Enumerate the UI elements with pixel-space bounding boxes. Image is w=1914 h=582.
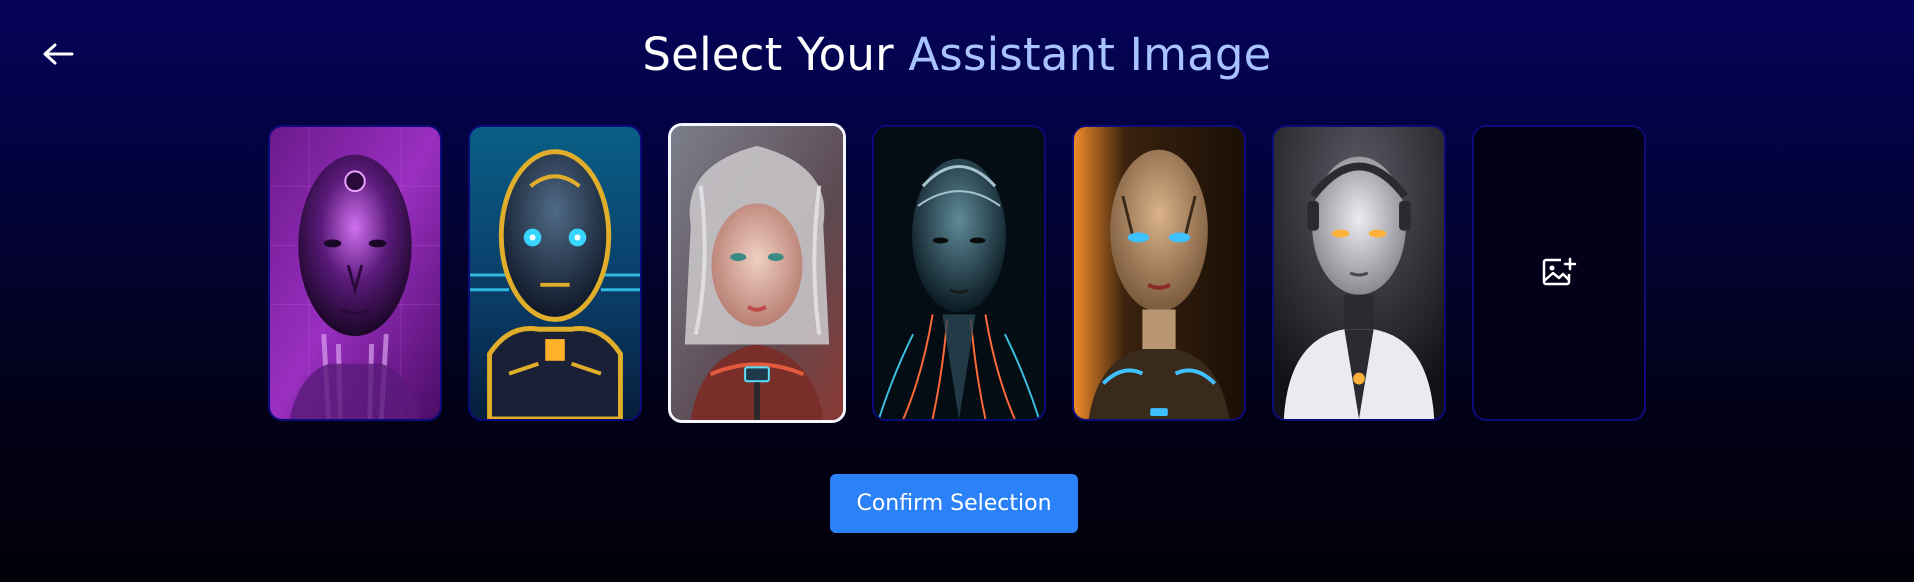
image-plus-icon bbox=[1542, 257, 1577, 286]
image-option-bronze-android[interactable] bbox=[1072, 125, 1246, 421]
image-option-wired-cyborg[interactable] bbox=[872, 125, 1046, 421]
image-option-silver-haired-android[interactable] bbox=[668, 123, 846, 423]
white-android-image bbox=[1274, 127, 1444, 419]
page-title-prefix: Select Your bbox=[642, 28, 909, 81]
image-option-purple-robot[interactable] bbox=[268, 125, 442, 421]
image-option-gold-robot[interactable] bbox=[468, 125, 642, 421]
confirm-selection-button[interactable]: Confirm Selection bbox=[830, 474, 1078, 533]
page-title: Select Your Assistant Image bbox=[0, 28, 1914, 81]
wired-cyborg-image bbox=[874, 127, 1044, 419]
gold-robot-image bbox=[470, 127, 640, 419]
upload-image-card[interactable] bbox=[1472, 125, 1646, 421]
silver-haired-android-image bbox=[671, 126, 843, 420]
image-gallery bbox=[0, 123, 1914, 423]
purple-robot-image bbox=[270, 127, 440, 419]
page-title-accent: Assistant Image bbox=[908, 28, 1272, 81]
bronze-android-image bbox=[1074, 127, 1244, 419]
image-option-white-android[interactable] bbox=[1272, 125, 1446, 421]
